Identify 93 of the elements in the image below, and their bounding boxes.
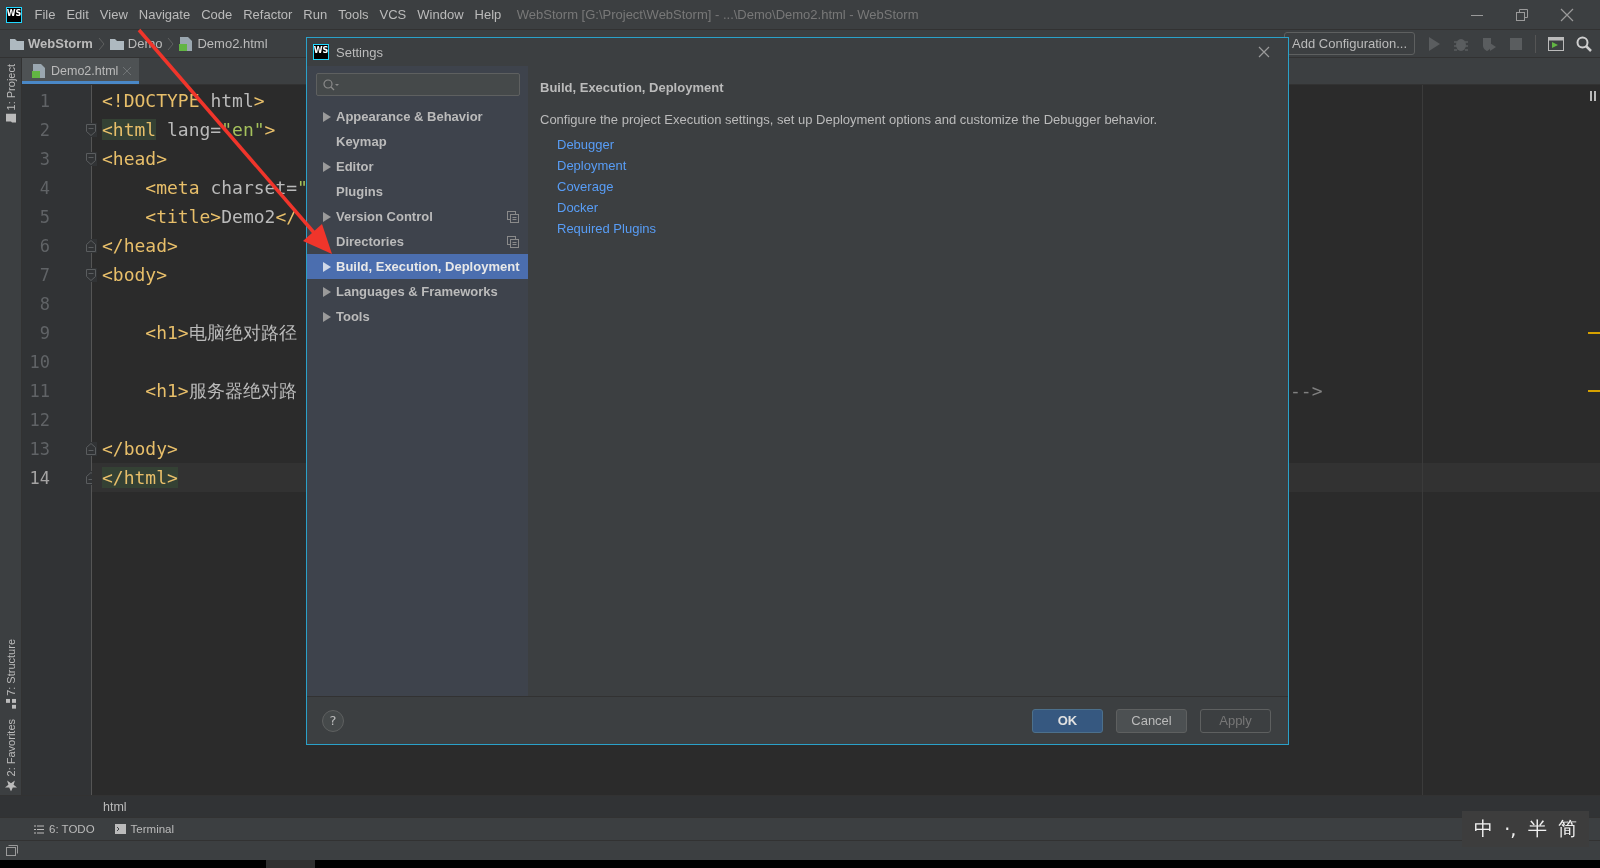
code-text: </body> [102, 438, 178, 459]
highlighted-tag: <html [102, 119, 157, 140]
search-icon[interactable] [1576, 35, 1592, 52]
menu-item[interactable]: Refactor [237, 7, 298, 22]
restore-icon[interactable] [1515, 7, 1529, 22]
ime-key[interactable]: 半 [1527, 816, 1547, 842]
code-text: --> [1290, 380, 1323, 401]
code-text: <title>Demo2</ [144, 206, 298, 227]
menu-item[interactable]: Navigate [133, 7, 196, 22]
window-icon[interactable] [1548, 36, 1564, 51]
menu-item[interactable]: VCS [374, 7, 412, 22]
menu-item[interactable]: Tools [332, 7, 375, 22]
tool-window-tab[interactable]: 1: Project [4, 64, 17, 124]
ime-key[interactable]: ·, [1504, 818, 1517, 840]
code-text: </head> [102, 235, 178, 256]
settings-nav-item[interactable]: Tools [307, 304, 528, 329]
page-heading: Build, Execution, Deployment [540, 80, 725, 95]
taskbar-button[interactable] [266, 860, 315, 868]
expand-arrow-icon [323, 261, 331, 272]
menu-item[interactable]: View [94, 7, 134, 22]
error-stripe-mark[interactable] [1588, 332, 1600, 334]
tool-window-tab[interactable]: Terminal [114, 823, 175, 835]
page-description: Configure the project Execution settings, set up Deployment options and customize the Debugger behavior. [540, 112, 1159, 127]
tool-window-tab[interactable]: 6: TODO [34, 823, 95, 835]
help-button[interactable]: ? [322, 709, 344, 732]
menu-item[interactable]: Help [469, 7, 507, 22]
folder-icon [10, 37, 24, 50]
close-icon[interactable] [123, 67, 132, 75]
menu-item[interactable]: Edit [60, 7, 95, 22]
settings-nav-item[interactable]: Version Control [307, 204, 528, 229]
tool-window-tab[interactable]: 2: Favorites [4, 718, 17, 791]
code-text: <!DOCTYPE html> [102, 90, 265, 111]
close-icon[interactable] [1258, 46, 1270, 58]
folder-icon [5, 113, 16, 124]
structure-icon [5, 698, 16, 709]
stop-icon[interactable] [1509, 36, 1523, 51]
breadcrumb-item[interactable]: Demo2.html [179, 36, 268, 51]
pause-icon[interactable] [1590, 91, 1596, 101]
settings-link[interactable]: Deployment [557, 157, 627, 174]
terminal-icon [114, 824, 126, 834]
ime-key[interactable]: 简 [1558, 816, 1578, 842]
expand-arrow-icon [323, 286, 331, 297]
star-icon [4, 779, 17, 791]
list-icon [34, 824, 44, 834]
settings-nav-item[interactable]: Keymap [307, 129, 528, 154]
dialog-title: Settings [336, 44, 383, 60]
settings-nav-item[interactable]: Directories [307, 229, 528, 254]
search-field[interactable] [316, 73, 520, 96]
code-text: <head> [102, 148, 168, 169]
settings-link[interactable]: Coverage [557, 178, 614, 195]
menu-item[interactable]: Run [297, 7, 333, 22]
tool-window-tab[interactable]: 7: Structure [4, 638, 17, 709]
tool-window-toggle-icon[interactable] [6, 845, 18, 856]
play-icon[interactable] [1427, 35, 1441, 52]
expand-arrow-icon [323, 111, 331, 122]
highlighted-tag: </html> [102, 467, 178, 488]
line-number: 14 [28, 467, 50, 488]
editor-tab[interactable]: Demo2.html [22, 58, 140, 84]
ime-key[interactable]: 中 [1473, 816, 1493, 842]
shield-play-icon[interactable] [1481, 35, 1497, 52]
add-configuration-button[interactable]: Add Configuration... [1284, 32, 1415, 55]
code-text: <body> [102, 264, 168, 285]
code-text: <h1>电脑绝对路径 [144, 321, 297, 343]
settings-link[interactable]: Required Plugins [557, 220, 656, 237]
error-stripe-mark[interactable] [1588, 390, 1600, 392]
settings-nav-item[interactable]: Editor [307, 154, 528, 179]
code-text: <h1>服务器绝对路 [144, 379, 297, 401]
app-logo: WS [313, 44, 329, 60]
folder-icon [109, 37, 124, 50]
search-icon [323, 78, 339, 91]
expand-arrow-icon [323, 211, 331, 222]
settings-link[interactable]: Docker [557, 199, 599, 216]
chevron-icon [97, 36, 105, 51]
settings-link[interactable]: Debugger [557, 136, 615, 153]
html-file-icon [179, 36, 194, 51]
html-file-icon [32, 64, 46, 78]
chevron-icon [167, 36, 175, 51]
window-title: WebStorm [G:\Project\WebStorm] - ...\Demo\Demo2.html - WebStorm [516, 7, 919, 22]
menu-item[interactable]: Window [411, 7, 470, 22]
menu-item[interactable]: File [29, 7, 61, 22]
settings-nav-item[interactable]: Appearance & Behavior [307, 104, 528, 129]
breadcrumb-item[interactable]: WebStorm [10, 36, 93, 51]
dialog-button[interactable]: Cancel [1116, 708, 1187, 733]
settings-nav-item[interactable]: Plugins [307, 179, 528, 204]
settings-nav-item[interactable]: Build, Execution, Deployment [307, 254, 528, 279]
breadcrumb-item[interactable]: html [103, 799, 127, 814]
settings-nav-item[interactable]: Languages & Frameworks [307, 279, 528, 304]
expand-arrow-icon [323, 161, 331, 172]
expand-arrow-icon [323, 311, 331, 322]
close-icon[interactable] [1560, 7, 1574, 22]
menu-item[interactable]: Code [195, 7, 238, 22]
dialog-button[interactable]: OK [1032, 708, 1103, 733]
app-logo: WS [6, 6, 22, 23]
